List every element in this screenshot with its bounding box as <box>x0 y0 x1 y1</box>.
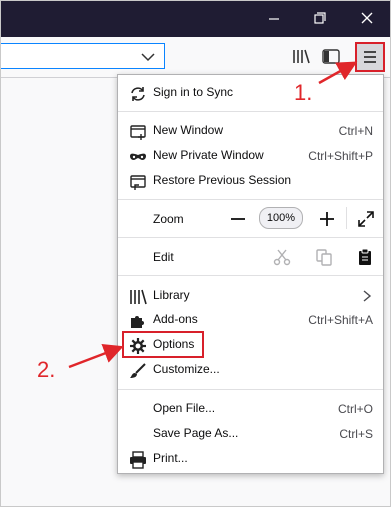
menu-item-library[interactable]: Library <box>118 284 383 308</box>
menu-separator <box>118 237 383 238</box>
zoom-reset-button[interactable]: 100% <box>259 207 303 229</box>
nav-bar <box>1 37 390 78</box>
shortcut-label: Ctrl+N <box>338 124 373 138</box>
menu-item-label: Open File... <box>153 401 216 415</box>
zoom-label: Zoom <box>153 212 184 226</box>
menu-item-label: New Private Window <box>153 148 264 162</box>
restore-button[interactable] <box>297 1 343 37</box>
zoom-in-icon[interactable] <box>317 209 337 229</box>
fullscreen-icon[interactable] <box>356 209 376 229</box>
menu-item-addons[interactable]: Add-ons Ctrl+Shift+A <box>118 308 383 332</box>
zoom-out-icon[interactable] <box>228 209 248 229</box>
shortcut-label: Ctrl+O <box>337 402 373 416</box>
puzzle-piece-icon <box>131 316 144 328</box>
menu-item-label: Print... <box>153 451 188 465</box>
paintbrush-icon <box>130 363 146 378</box>
restore-session-icon <box>130 175 146 190</box>
menu-item-new-private-window[interactable]: New Private Window Ctrl+Shift+P <box>118 144 383 168</box>
menu-item-restore-session[interactable]: Restore Previous Session <box>118 169 383 193</box>
menu-item-label: Add-ons <box>153 312 198 326</box>
highlight-box-menu-button <box>355 42 385 72</box>
menu-item-label: Library <box>153 288 190 302</box>
annotation-step-2: 2. <box>37 357 56 382</box>
title-bar <box>1 1 390 37</box>
menu-item-save-page[interactable]: Save Page As... Ctrl+S <box>118 422 383 446</box>
menu-row-edit: Edit <box>118 239 383 273</box>
browser-window: Sign in to Sync New Window Ctrl+N New Pr… <box>0 0 391 507</box>
annotation-step-1: 1. <box>294 80 313 105</box>
library-icon[interactable] <box>291 47 311 67</box>
menu-row-zoom: Zoom 100% <box>118 201 383 235</box>
private-mask-icon <box>130 153 146 160</box>
zoom-divider <box>346 207 347 229</box>
library-icon <box>130 289 147 305</box>
menu-item-label: New Window <box>153 123 224 137</box>
edit-label: Edit <box>153 250 174 264</box>
cut-icon[interactable] <box>272 247 292 267</box>
highlight-box-options <box>122 331 204 358</box>
minimize-button[interactable] <box>251 1 297 37</box>
menu-separator <box>118 275 383 276</box>
close-button[interactable] <box>344 1 390 37</box>
close-icon <box>361 12 373 24</box>
menu-separator <box>118 111 383 112</box>
menu-item-print[interactable]: Print... <box>118 447 383 471</box>
paste-icon[interactable] <box>355 247 375 267</box>
menu-item-sign-in[interactable]: Sign in to Sync <box>118 81 383 105</box>
shortcut-label: Ctrl+Shift+A <box>308 313 373 327</box>
app-menu-panel: Sign in to Sync New Window Ctrl+N New Pr… <box>117 74 384 474</box>
menu-item-new-window[interactable]: New Window Ctrl+N <box>118 119 383 143</box>
menu-item-label: Save Page As... <box>153 426 239 440</box>
chevron-down-icon[interactable] <box>138 44 158 68</box>
sync-icon <box>131 87 145 101</box>
menu-separator <box>118 389 383 390</box>
minimize-icon <box>269 18 279 20</box>
printer-icon <box>130 451 146 469</box>
menu-separator <box>118 199 383 200</box>
menu-item-label: Restore Previous Session <box>153 173 292 187</box>
shortcut-label: Ctrl+Shift+P <box>308 149 373 163</box>
copy-icon[interactable] <box>314 247 334 267</box>
menu-item-customize[interactable]: Customize... <box>118 358 383 382</box>
new-window-icon <box>130 125 146 140</box>
shortcut-label: Ctrl+S <box>339 427 373 441</box>
menu-item-label: Customize... <box>153 362 220 376</box>
sidebar-icon[interactable] <box>321 47 341 67</box>
restore-icon <box>314 12 326 24</box>
chevron-right-icon <box>363 290 372 302</box>
menu-item-label: Sign in to Sync <box>153 85 234 99</box>
menu-item-open-file[interactable]: Open File... Ctrl+O <box>118 397 383 421</box>
url-bar[interactable] <box>1 43 165 69</box>
